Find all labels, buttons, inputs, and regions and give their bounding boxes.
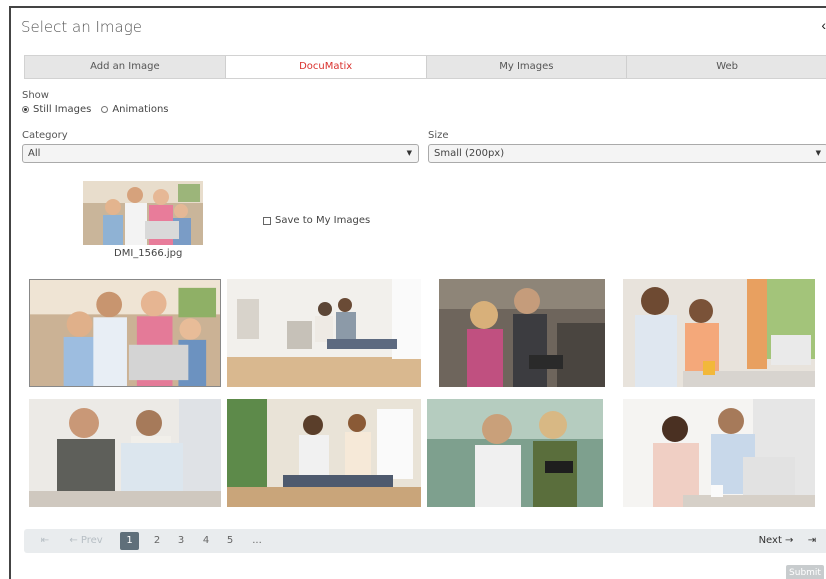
next-page-button[interactable]: Next →	[754, 529, 798, 553]
image-thumbnail[interactable]	[29, 279, 221, 387]
man-woman-laptop-photo	[29, 399, 221, 507]
checkbox-icon[interactable]	[263, 216, 271, 225]
category-select[interactable]: All ▼	[22, 144, 419, 163]
tab-add-an-image[interactable]: Add an Image	[25, 56, 226, 78]
source-tabs: Add an Image DocuMatix My Images Web	[24, 55, 826, 79]
page-1-button[interactable]: 1	[120, 532, 139, 550]
save-to-my-images-label: Save to My Images	[275, 215, 371, 226]
pagination-bar: ⇤ ← Prev 1 2 3 4 5 ... Next → ⇥	[24, 529, 826, 553]
tab-documatix[interactable]: DocuMatix	[225, 56, 427, 78]
show-options: Still Images Animations	[22, 104, 179, 115]
couple-kitchen-laptop-photo	[623, 279, 815, 387]
dialog-title: Select an Image	[21, 18, 142, 36]
image-thumbnail[interactable]	[623, 279, 815, 387]
first-page-icon[interactable]: ⇤	[38, 529, 52, 553]
last-page-icon[interactable]: ⇥	[804, 529, 820, 553]
couple-desk-laptop-photo	[623, 399, 815, 507]
couple-phones-photo	[427, 399, 603, 507]
more-pages-ellipsis[interactable]: ...	[248, 529, 266, 553]
still-images-radio[interactable]: Still Images	[22, 104, 91, 115]
family-laptop-photo	[30, 280, 220, 386]
submit-button[interactable]: Submit	[786, 565, 824, 579]
preview-filename: DMI_1566.jpg	[114, 248, 183, 259]
show-label: Show	[22, 90, 49, 101]
page-4-button[interactable]: 4	[199, 529, 213, 553]
image-thumbnail[interactable]	[29, 399, 221, 507]
page-2-button[interactable]: 2	[150, 529, 164, 553]
size-select[interactable]: Small (200px) ▼	[428, 144, 826, 163]
dropdown-arrow-icon: ▼	[406, 149, 412, 157]
couple-living-room-photo	[227, 399, 421, 507]
select-image-dialog: Select an Image ‹ Add an Image DocuMatix…	[9, 6, 826, 579]
dropdown-arrow-icon: ▼	[815, 149, 821, 157]
family-photo	[83, 181, 203, 245]
image-thumbnail[interactable]	[227, 399, 421, 507]
tab-my-images[interactable]: My Images	[427, 56, 628, 78]
save-to-my-images-checkbox[interactable]: Save to My Images	[263, 215, 370, 226]
animations-radio[interactable]: Animations	[101, 104, 169, 115]
selected-image-preview	[83, 181, 203, 245]
size-value: Small (200px)	[434, 148, 505, 159]
category-label: Category	[22, 130, 68, 141]
category-value: All	[28, 148, 41, 159]
page-3-button[interactable]: 3	[174, 529, 188, 553]
image-thumbnail[interactable]	[439, 279, 605, 387]
still-images-label: Still Images	[33, 104, 92, 115]
image-thumbnail[interactable]	[623, 399, 815, 507]
couple-floor-photo	[227, 279, 421, 387]
close-icon[interactable]: ‹	[821, 17, 826, 33]
radio-checked-icon[interactable]	[22, 106, 29, 113]
radio-unchecked-icon[interactable]	[101, 106, 109, 113]
image-thumbnail[interactable]	[227, 279, 421, 387]
animations-label: Animations	[112, 104, 169, 115]
prev-page-button[interactable]: ← Prev	[64, 529, 108, 553]
image-thumbnail[interactable]	[427, 399, 603, 507]
page-5-button[interactable]: 5	[223, 529, 237, 553]
size-label: Size	[428, 130, 449, 141]
couple-tablet-photo	[439, 279, 605, 387]
tab-web[interactable]: Web	[627, 56, 826, 78]
